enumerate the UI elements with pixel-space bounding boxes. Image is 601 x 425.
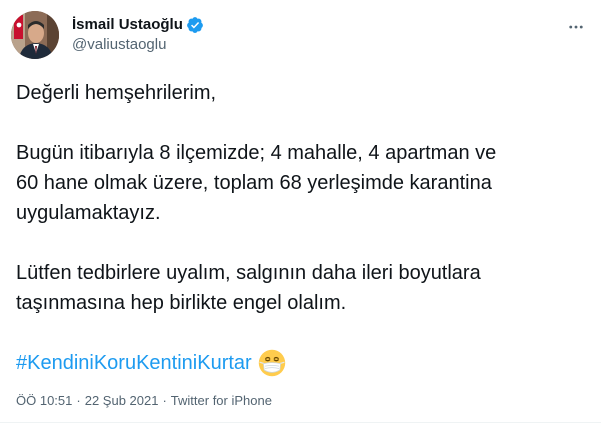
meta-separator: ·: [76, 393, 81, 408]
author-names: İsmail Ustaoğlu @valiustaoglu: [72, 15, 204, 55]
tweet-text: Değerli hemşehrilerim, Bugün itibarıyla …: [16, 78, 586, 378]
avatar[interactable]: [11, 11, 59, 59]
hashtag-line: #KendiniKoruKentiniKurtar: [16, 348, 586, 378]
tweet-paragraph: Lütfen tedbirlere uyalım, salgının daha …: [16, 262, 481, 314]
tweet-paragraph: Bugün itibarıyla 8 ilçemizde; 4 mahalle,…: [16, 142, 497, 224]
author-display-name[interactable]: İsmail Ustaoğlu: [72, 15, 183, 34]
tweet-time[interactable]: ÖÖ 10:51: [16, 392, 72, 410]
hashtag-link[interactable]: #KendiniKoruKentiniKurtar: [16, 348, 252, 378]
bottom-divider: [0, 422, 601, 423]
avatar-photo: [11, 11, 59, 59]
author-handle[interactable]: @valiustaoglu: [72, 35, 204, 55]
tweet-paragraph: Değerli hemşehrilerim,: [16, 82, 217, 104]
display-name-row: İsmail Ustaoğlu: [72, 15, 204, 34]
tweet-date[interactable]: 22 Şub 2021: [85, 392, 159, 410]
tweet-meta: ÖÖ 10:51 · 22 Şub 2021 · Twitter for iPh…: [16, 392, 272, 410]
tweet-header: İsmail Ustaoğlu @valiustaoglu: [11, 11, 204, 59]
verified-badge-icon: [186, 16, 204, 34]
face-with-medical-mask-icon: [258, 349, 286, 377]
meta-separator: ·: [162, 393, 167, 408]
tweet-source[interactable]: Twitter for iPhone: [171, 392, 272, 410]
tweet-card: İsmail Ustaoğlu @valiustaoglu Değerli he…: [0, 0, 601, 425]
more-options-icon[interactable]: [565, 16, 587, 38]
